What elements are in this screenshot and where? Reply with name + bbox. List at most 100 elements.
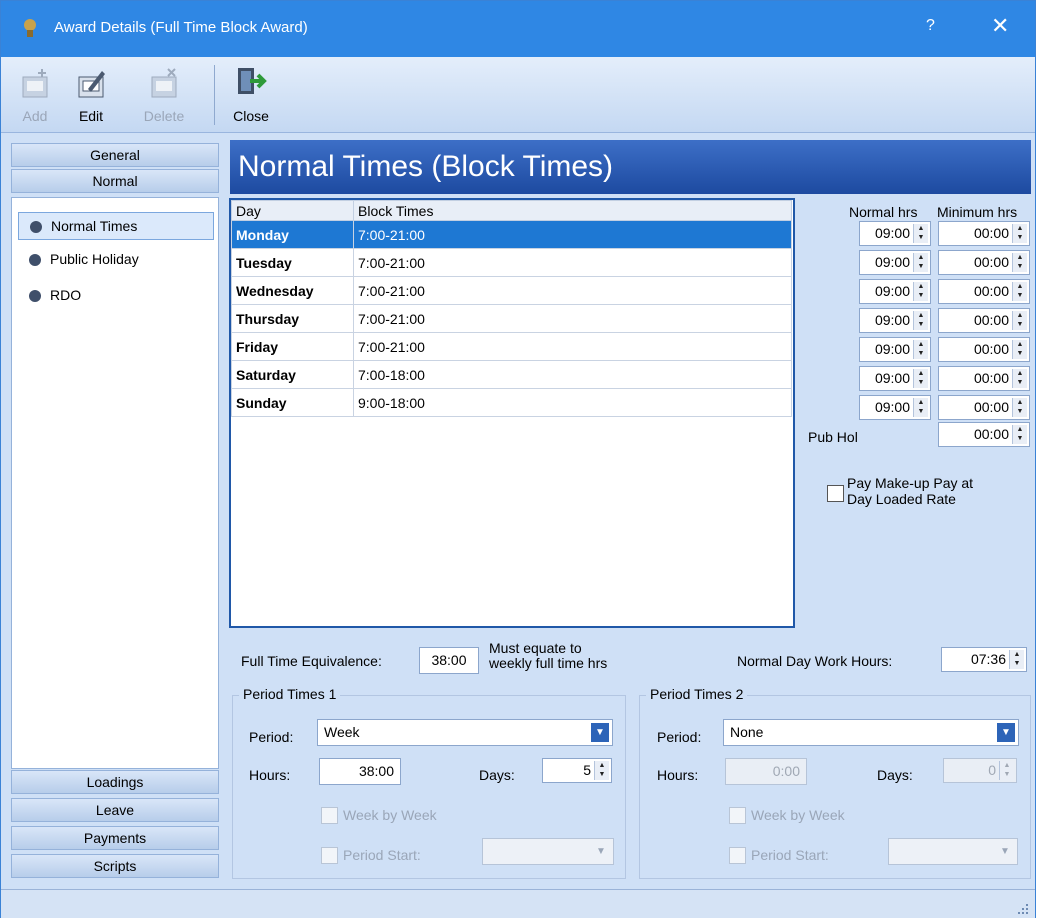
- spin-arrows-icon[interactable]: ▲ ▼: [999, 761, 1014, 780]
- normal-hrs-spinner[interactable]: 09:00 ▲ ▼: [859, 308, 931, 333]
- grid-header-row: Day Block Times: [231, 200, 792, 221]
- table-row[interactable]: Friday 7:00-21:00: [231, 332, 792, 361]
- normal-hrs-spinner[interactable]: 09:00 ▲ ▼: [859, 395, 931, 420]
- nav-leave[interactable]: Leave: [11, 798, 219, 822]
- chevron-down-icon[interactable]: ▼: [591, 723, 609, 742]
- period1-hours-input[interactable]: 38:00: [319, 758, 401, 785]
- minimum-hrs-spinner[interactable]: 00:00 ▲ ▼: [938, 366, 1030, 391]
- normal-hrs-spinner[interactable]: 09:00 ▲ ▼: [859, 221, 931, 246]
- spin-arrows-icon[interactable]: ▲ ▼: [913, 398, 928, 417]
- period2-week-by-week-checkbox[interactable]: [729, 807, 746, 824]
- chevron-down-icon[interactable]: ▼: [997, 723, 1015, 742]
- block-times-cell[interactable]: 7:00-21:00: [353, 220, 792, 249]
- fte-input[interactable]: 38:00: [419, 647, 479, 674]
- spin-arrows-icon[interactable]: ▲ ▼: [913, 253, 928, 272]
- spin-arrows-icon[interactable]: ▲ ▼: [913, 369, 928, 388]
- period1-period-start-checkbox[interactable]: [321, 847, 338, 864]
- makeup-pay-label-line2: Day Loaded Rate: [847, 491, 956, 507]
- period1-days-spinner[interactable]: 5 ▲ ▼: [542, 758, 612, 783]
- spin-arrows-icon[interactable]: ▲ ▼: [1009, 650, 1024, 669]
- block-times-cell[interactable]: 7:00-21:00: [353, 332, 792, 361]
- close-window-button[interactable]: ✕: [991, 13, 1009, 39]
- fte-label: Full Time Equivalence:: [241, 653, 382, 669]
- minimum-hrs-spinner[interactable]: 00:00 ▲ ▼: [938, 308, 1030, 333]
- bullet-icon: [29, 290, 41, 302]
- minimum-hrs-spinner[interactable]: 00:00 ▲ ▼: [938, 250, 1030, 275]
- spin-arrows-icon[interactable]: ▲ ▼: [913, 282, 928, 301]
- add-button[interactable]: Add: [13, 61, 57, 129]
- spinner-value: 00:00: [973, 399, 1009, 415]
- minimum-hrs-label: Minimum hrs: [937, 204, 1018, 220]
- block-times-cell[interactable]: 7:00-21:00: [353, 304, 792, 333]
- day-cell: Thursday: [231, 304, 354, 333]
- table-row[interactable]: Sunday 9:00-18:00: [231, 388, 792, 417]
- table-row[interactable]: Tuesday 7:00-21:00: [231, 248, 792, 277]
- normal-hrs-spinner[interactable]: 09:00 ▲ ▼: [859, 366, 931, 391]
- period2-hours-input[interactable]: 0:00: [725, 758, 807, 785]
- spin-arrows-icon[interactable]: ▲ ▼: [594, 761, 609, 780]
- spin-arrows-icon[interactable]: ▲ ▼: [1012, 340, 1027, 359]
- table-row[interactable]: Monday 7:00-21:00: [231, 220, 792, 249]
- nav-payments[interactable]: Payments: [11, 826, 219, 850]
- spin-arrows-icon[interactable]: ▲ ▼: [1012, 282, 1027, 301]
- spin-arrows-icon[interactable]: ▲ ▼: [1012, 253, 1027, 272]
- normal-day-work-hours-label: Normal Day Work Hours:: [737, 653, 893, 669]
- spinner-value: 00:00: [973, 254, 1009, 270]
- period1-period-start-select[interactable]: ▼: [482, 838, 614, 865]
- close-button[interactable]: Close: [227, 61, 275, 129]
- period-times-1-title: Period Times 1: [239, 686, 341, 702]
- spin-arrows-icon[interactable]: ▲ ▼: [1012, 224, 1027, 243]
- spin-arrows-icon[interactable]: ▲ ▼: [1012, 311, 1027, 330]
- nav-item-normal-times[interactable]: Normal Times: [18, 212, 214, 240]
- nav-item-label: Public Holiday: [50, 251, 139, 267]
- period1-week-by-week-checkbox[interactable]: [321, 807, 338, 824]
- spin-arrows-icon[interactable]: ▲ ▼: [1012, 425, 1027, 444]
- resize-grip-icon[interactable]: [1015, 901, 1029, 915]
- edit-button[interactable]: Edit: [71, 61, 111, 129]
- period1-period-select[interactable]: Week ▼: [317, 719, 613, 746]
- spin-arrows-icon[interactable]: ▲ ▼: [1012, 369, 1027, 388]
- spin-arrows-icon[interactable]: ▲ ▼: [913, 340, 928, 359]
- period2-days-spinner[interactable]: 0 ▲ ▼: [943, 758, 1017, 783]
- table-row[interactable]: Wednesday 7:00-21:00: [231, 276, 792, 305]
- block-times-cell[interactable]: 9:00-18:00: [353, 388, 792, 417]
- block-times-cell[interactable]: 7:00-21:00: [353, 276, 792, 305]
- spin-arrows-icon[interactable]: ▲ ▼: [913, 224, 928, 243]
- delete-button[interactable]: Delete: [135, 61, 193, 129]
- period2-period-select[interactable]: None ▼: [723, 719, 1019, 746]
- pub-hol-minimum-spinner[interactable]: 00:00 ▲ ▼: [938, 422, 1030, 447]
- chevron-down-icon[interactable]: ▼: [592, 842, 610, 861]
- period2-period-start-select[interactable]: ▼: [888, 838, 1018, 865]
- normal-hrs-spinner[interactable]: 09:00 ▲ ▼: [859, 279, 931, 304]
- minimum-hrs-spinner[interactable]: 00:00 ▲ ▼: [938, 395, 1030, 420]
- minimum-hrs-spinner[interactable]: 00:00 ▲ ▼: [938, 221, 1030, 246]
- nav-item-rdo[interactable]: RDO: [18, 282, 214, 310]
- spin-arrows-icon[interactable]: ▲ ▼: [1012, 398, 1027, 417]
- normal-day-work-hours-spinner[interactable]: 07:36 ▲ ▼: [941, 647, 1027, 672]
- normal-hrs-spinner[interactable]: 09:00 ▲ ▼: [859, 250, 931, 275]
- add-record-icon: [22, 69, 48, 98]
- chevron-down-icon[interactable]: ▼: [996, 842, 1014, 861]
- minimum-hrs-spinner[interactable]: 00:00 ▲ ▼: [938, 337, 1030, 362]
- block-times-column-header[interactable]: Block Times: [353, 200, 792, 221]
- table-row[interactable]: Saturday 7:00-18:00: [231, 360, 792, 389]
- day-cell: Friday: [231, 332, 354, 361]
- spin-arrows-icon[interactable]: ▲ ▼: [913, 311, 928, 330]
- nav-item-public-holiday[interactable]: Public Holiday: [18, 246, 214, 274]
- nav-general[interactable]: General: [11, 143, 219, 167]
- makeup-pay-label: Pay Make-up Pay at Day Loaded Rate: [847, 475, 973, 507]
- makeup-pay-checkbox[interactable]: [827, 485, 844, 502]
- help-button[interactable]: ?: [926, 17, 935, 35]
- day-column-header[interactable]: Day: [231, 200, 354, 221]
- period1-period-start-label: Period Start:: [343, 847, 421, 863]
- block-times-cell[interactable]: 7:00-21:00: [353, 248, 792, 277]
- day-cell: Sunday: [231, 388, 354, 417]
- period2-period-start-checkbox[interactable]: [729, 847, 746, 864]
- block-times-cell[interactable]: 7:00-18:00: [353, 360, 792, 389]
- nav-scripts[interactable]: Scripts: [11, 854, 219, 878]
- nav-normal[interactable]: Normal: [11, 169, 219, 193]
- normal-hrs-spinner[interactable]: 09:00 ▲ ▼: [859, 337, 931, 362]
- nav-loadings[interactable]: Loadings: [11, 770, 219, 794]
- minimum-hrs-spinner[interactable]: 00:00 ▲ ▼: [938, 279, 1030, 304]
- table-row[interactable]: Thursday 7:00-21:00: [231, 304, 792, 333]
